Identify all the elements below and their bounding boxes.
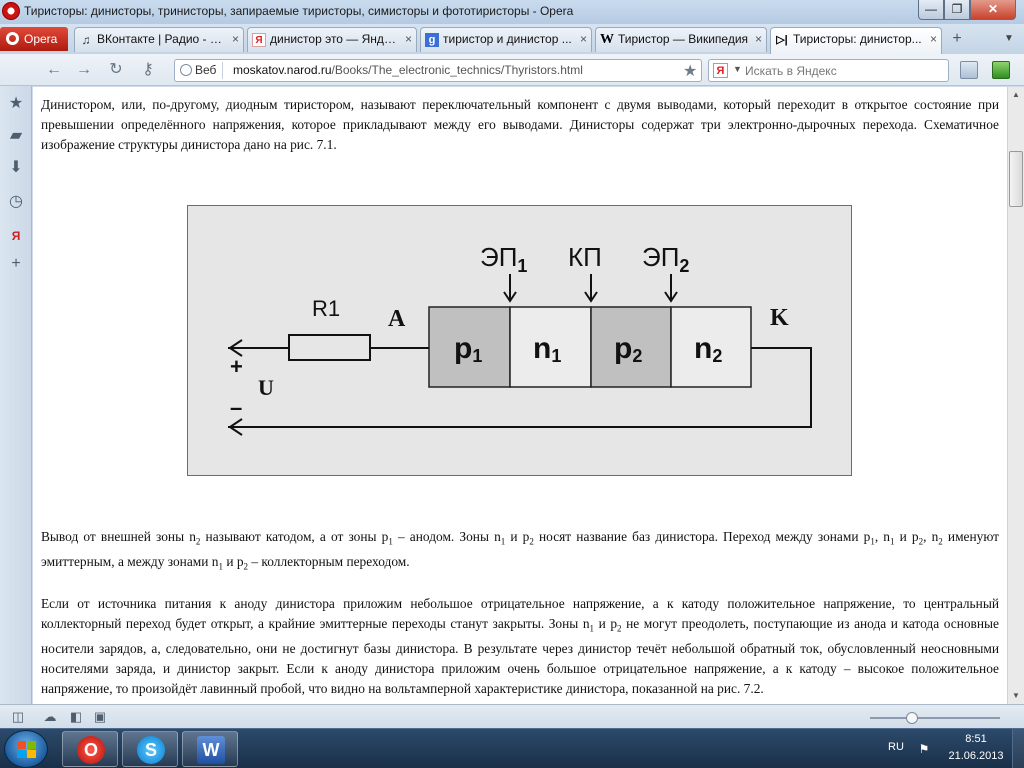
tab-wikipedia[interactable]: W Тиристор — Википедия × [595,27,767,52]
clock-time[interactable]: 8:51 [946,733,1006,745]
anode-label: A [388,306,406,332]
dinistor-structure-figure: ЭП1 КП ЭП2 p1 n1 p2 n2 R1 A K + U – [187,205,852,476]
maximize-button[interactable]: ❐ [944,0,970,20]
opera-menu-label: Opera [24,32,58,46]
tab-label: Тиристор — Википедия [618,32,749,46]
show-desktop-button[interactable] [1012,729,1024,768]
tab-close-icon[interactable]: × [405,28,412,51]
taskbar-opera[interactable]: O [62,731,118,767]
status-bar: ◫ ☁ ◧ ▣ [0,704,1024,728]
windows-flag-icon [17,741,37,759]
tab-thyristors[interactable]: ▷| Тиристоры: динистор... × [770,27,942,54]
windows-taskbar: O S W RU ⚑ 8:51 21.06.2013 [0,728,1024,768]
tab-vkontakte[interactable]: ♫ ВКонтакте | Радио - Ру... × [74,27,244,52]
forward-arrow-icon[interactable]: → [74,60,94,80]
tab-google[interactable]: g тиристор и динистор ... × [420,27,592,52]
minus-sign: – [230,395,242,420]
view-icon[interactable]: ◧ [66,707,86,727]
new-tab-button[interactable]: + [948,30,966,48]
zoom-slider-track[interactable] [870,717,1000,719]
scroll-thumb[interactable] [1009,151,1023,207]
word-icon: W [197,736,225,764]
turbo-cloud-icon[interactable]: ☁ [40,707,60,727]
clock-date[interactable]: 21.06.2013 [946,750,1006,762]
address-field[interactable]: Веб moskatov.narod.ru/Books/The_electron… [174,59,702,82]
globe-icon [180,64,192,76]
tab-label: Тиристоры: динистор... [793,32,922,46]
downloads-icon[interactable]: ⬇ [6,158,26,178]
tab-close-icon[interactable]: × [930,28,937,51]
images-icon[interactable]: ▣ [90,707,110,727]
junction-label-ep2: ЭП2 [642,242,689,276]
tab-close-icon[interactable]: × [755,28,762,51]
tab-label: ВКонтакте | Радио - Ру... [97,32,227,46]
start-button[interactable] [4,730,48,768]
vk-music-icon: ♫ [81,33,91,47]
site-badge-label: Веб [195,63,217,77]
paragraph-reverse-bias: Если от источника питания к аноду динист… [41,596,999,696]
skype-icon: S [137,736,165,764]
bookmarks-star-icon[interactable]: ★ [6,94,26,114]
window-title-bar[interactable]: Тиристоры: динисторы, тринисторы, запира… [0,0,1024,24]
yandex-panel-icon[interactable]: Я [6,226,26,246]
tab-close-icon[interactable]: × [580,28,587,51]
plus-sign: + [230,354,243,379]
site-badge[interactable]: Веб [177,62,224,79]
panel-toggle-icon[interactable]: ◫ [8,707,28,727]
voltage-label: U [258,375,274,400]
vertical-scrollbar[interactable]: ▲ ▼ [1007,87,1024,704]
add-panel-icon[interactable]: + [6,254,26,274]
taskbar-word[interactable]: W [182,731,238,767]
opera-o-icon [6,32,19,45]
tray-flag-icon[interactable]: ⚑ [914,739,934,759]
google-icon: g [425,33,439,47]
history-clock-icon[interactable]: ◷ [6,192,26,212]
resistor-label: R1 [312,296,340,321]
window-title: Тиристоры: динисторы, тринисторы, запира… [24,4,574,18]
tab-yandex[interactable]: Я динистор это — Яндек... × [247,27,417,52]
page-content: Динистором, или, по-другому, диодным тир… [33,87,1007,704]
paragraph-zones: Вывод от внешней зоны n2 называют катодо… [41,529,1000,572]
tab-list-button[interactable]: ▼ [1000,30,1018,48]
url-host: moskatov.narod.ru [233,63,332,77]
tab-close-icon[interactable]: × [232,28,239,51]
search-placeholder: Искать в Яндекс [745,64,837,78]
bookmark-star-icon[interactable]: ★ [683,61,697,81]
page-menu-icon[interactable] [960,61,978,79]
opera-icon: O [77,736,105,764]
url-text[interactable]: moskatov.narod.ru/Books/The_electronic_t… [233,63,583,77]
wikipedia-icon: W [600,32,614,47]
navigation-bar: ← → ↻ ⚷ Веб moskatov.narod.ru/Books/The_… [0,54,1024,86]
close-button[interactable]: ✕ [970,0,1016,20]
sidebar-panel: ★ ▰ ⬇ ◷ Я + [0,86,32,704]
language-indicator[interactable]: RU [888,741,904,753]
taskbar-skype[interactable]: S [122,731,178,767]
yandex-search-icon[interactable]: Я [713,63,728,78]
opera-logo-icon[interactable] [2,2,20,20]
tab-bar: Opera ♫ ВКонтакте | Радио - Ру... × Я ди… [0,24,1024,54]
reload-icon[interactable]: ↻ [106,60,126,80]
url-path: /Books/The_electronic_technics/Thyristor… [331,63,583,77]
key-icon[interactable]: ⚷ [138,60,158,80]
diode-icon: ▷| [776,34,788,46]
tab-label: динистор это — Яндек... [270,32,400,46]
minimize-button[interactable]: — [918,0,944,20]
figure-svg: ЭП1 КП ЭП2 p1 n1 p2 n2 R1 A K + U – [228,242,812,436]
notes-icon[interactable]: ▰ [6,126,26,146]
back-arrow-icon[interactable]: ← [44,60,64,80]
paragraph-intro: Динистором, или, по-другому, диодным тир… [41,97,999,152]
extension-icon[interactable] [992,61,1010,79]
resistor-r1 [288,334,371,361]
scroll-up-icon[interactable]: ▲ [1008,87,1024,103]
yandex-icon: Я [252,33,266,47]
scroll-down-icon[interactable]: ▼ [1008,688,1024,704]
cathode-label: K [770,305,789,331]
zoom-slider-thumb[interactable] [906,712,918,724]
search-field[interactable]: Я ▼ Искать в Яндекс [708,59,949,82]
opera-menu-button[interactable]: Opera [0,27,68,51]
tab-label: тиристор и динистор ... [443,32,572,46]
junction-label-ep1: ЭП1 [480,242,527,276]
junction-label-kp: КП [568,242,602,272]
search-engine-dropdown-icon[interactable]: ▼ [733,64,742,74]
